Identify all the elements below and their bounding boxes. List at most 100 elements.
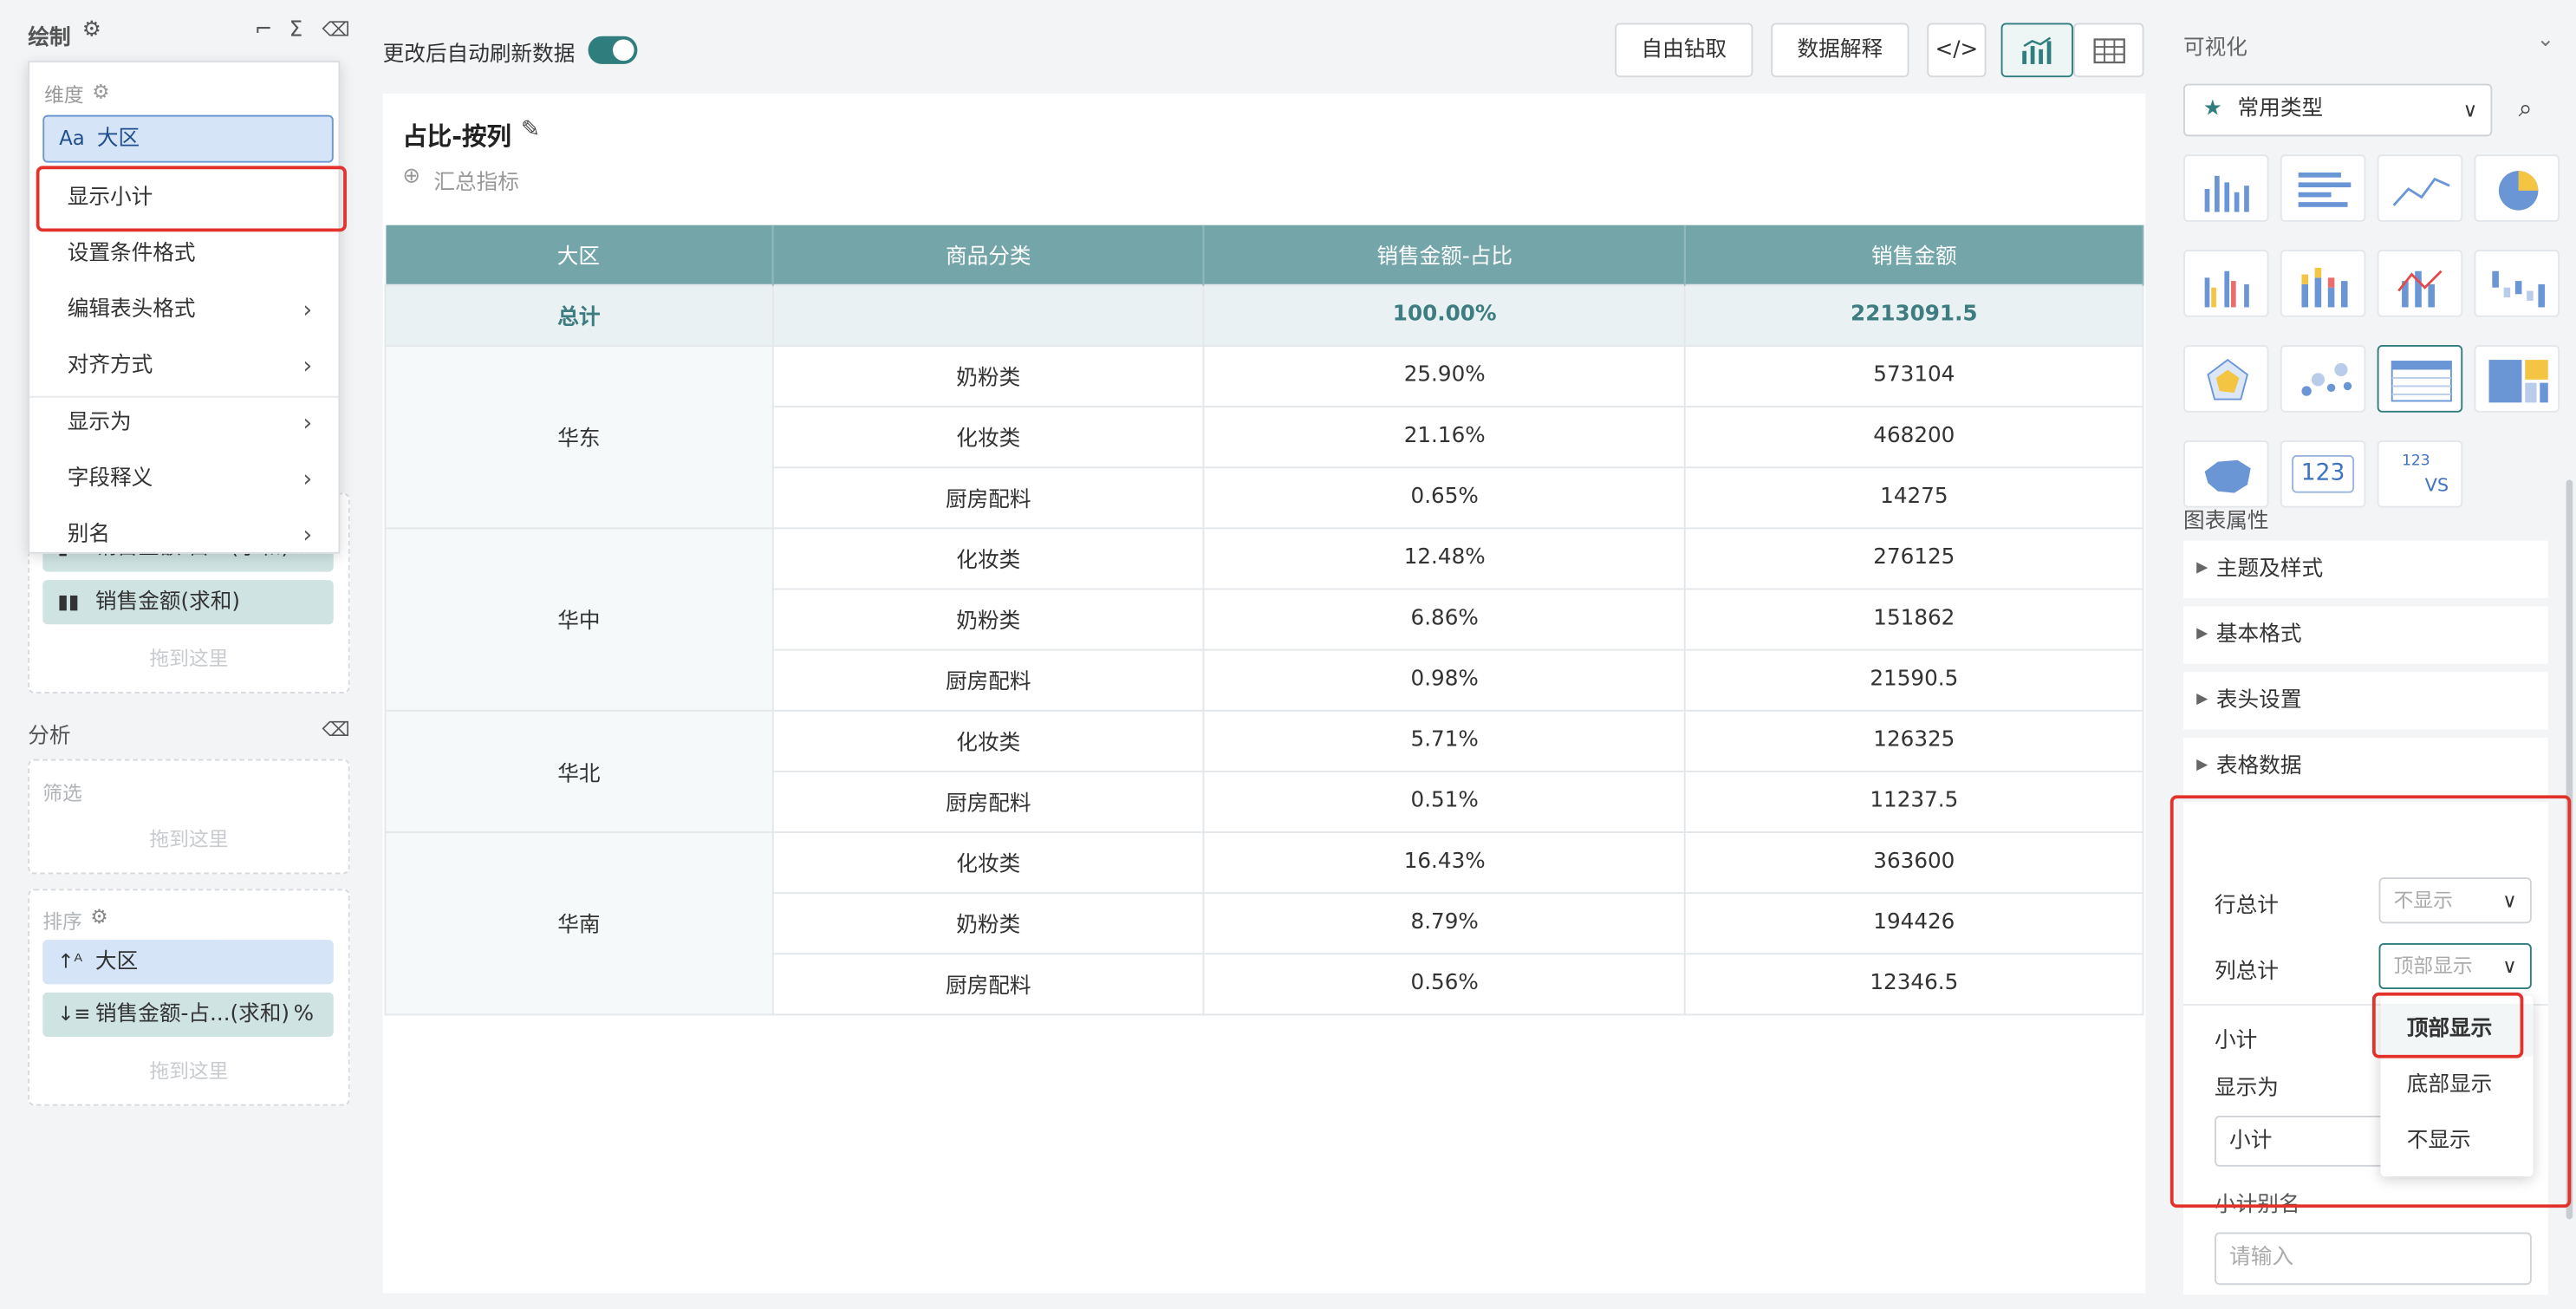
table-cell: 0.65%	[1203, 466, 1687, 529]
stacked-bar-chart-glyph	[2301, 267, 2348, 308]
table-row: 华北 化妆类 5.71% 126325	[384, 708, 2144, 833]
table-cell: 6.86%	[1203, 587, 1687, 650]
corner-icon[interactable]: ⌐	[255, 18, 273, 42]
sort-pill-region[interactable]: ↑ᴬ 大区	[42, 940, 334, 985]
sort-pill-region-label: 大区	[94, 949, 139, 974]
sort-asc-icon: ↑ᴬ	[57, 949, 83, 974]
kpi-compare-vs: VS	[2424, 474, 2449, 497]
analysis-title: 分析	[28, 724, 71, 750]
search-icon[interactable]: ⌕	[2519, 94, 2533, 123]
region-cell: 华东	[384, 344, 774, 529]
column-header[interactable]: 商品分类	[772, 225, 1206, 284]
edit-pencil-icon[interactable]: ✎	[521, 117, 540, 143]
table-cell: 21.16%	[1203, 405, 1687, 468]
menu-item[interactable]: 显示为 ›	[29, 396, 338, 452]
chevron-right-icon: ›	[302, 466, 313, 493]
sort-desc-icon: ↓≡	[57, 1002, 91, 1026]
alias-input[interactable]: 请输入	[2214, 1232, 2532, 1286]
region-cell: 华北	[384, 708, 774, 833]
measure-pill[interactable]: ▮▮ 销售金额(求和)	[42, 580, 334, 625]
add-summary-metric[interactable]: 汇总指标	[433, 165, 519, 195]
column-header[interactable]: 大区	[385, 225, 774, 284]
column-header[interactable]: 销售金额-占比	[1204, 225, 1687, 284]
menu-item-label: 显示为	[67, 410, 132, 436]
eraser-icon[interactable]: ⌫	[322, 718, 349, 741]
gear-icon[interactable]: ⚙	[92, 81, 109, 104]
chevron-right-icon: ›	[302, 297, 313, 324]
table-cell: 奶粉类	[771, 587, 1206, 650]
kpi-compare-icon[interactable]: 123 VS	[2377, 440, 2463, 508]
radar-chart-icon[interactable]	[2182, 345, 2269, 413]
bar-chart-glyph	[2204, 175, 2249, 212]
section-header[interactable]: ▶ 表头设置	[2182, 672, 2548, 730]
eraser-icon[interactable]: ⌫	[322, 18, 349, 42]
grouped-bar-chart-icon[interactable]	[2182, 250, 2269, 317]
horizontal-bar-chart-glyph	[2298, 173, 2352, 207]
scatter-chart-icon[interactable]	[2280, 345, 2366, 413]
menu-item[interactable]: 编辑表头格式 ›	[29, 283, 338, 338]
kpi-number-icon[interactable]: 123	[2280, 440, 2366, 508]
region-cell: 华中	[384, 526, 774, 711]
waterfall-chart-icon[interactable]	[2474, 250, 2560, 317]
line-chart-glyph	[2392, 177, 2450, 206]
sort-label: 排序	[42, 910, 82, 934]
filter-dropzone[interactable]	[28, 759, 350, 875]
total-cell: 100.00%	[1203, 283, 1687, 346]
text-type-icon: Aa	[59, 126, 85, 150]
table-cell: 573104	[1684, 344, 2144, 407]
section-header[interactable]: ▶ 表格数据	[2182, 738, 2548, 796]
table-chart-icon[interactable]	[2377, 345, 2463, 413]
treemap-chart-icon[interactable]	[2474, 345, 2560, 413]
code-button[interactable]: </>	[1927, 23, 1987, 78]
auto-refresh-label: 更改后自动刷新数据	[382, 42, 576, 68]
dimension-pill[interactable]: Aa 大区	[42, 114, 334, 163]
section-label: 基本格式	[2215, 622, 2302, 648]
table-cell: 厨房配料	[771, 952, 1206, 1015]
highlight-box-top-display	[2371, 992, 2524, 1058]
section-header[interactable]: ▶ 基本格式	[2182, 606, 2548, 664]
stacked-bar-chart-icon[interactable]	[2280, 250, 2366, 317]
free-drill-button[interactable]: 自由钻取	[1615, 23, 1753, 78]
chevron-down-icon: ∨	[2462, 98, 2478, 122]
table-cell: 0.51%	[1203, 769, 1687, 833]
auto-refresh-toggle[interactable]	[588, 36, 638, 64]
bar-chart-icon[interactable]	[2182, 154, 2269, 222]
map-chart-icon[interactable]	[2182, 440, 2269, 508]
table-cell: 126325	[1684, 708, 2144, 772]
pie-chart-glyph	[2498, 171, 2539, 211]
table-view-button[interactable]	[2072, 23, 2144, 78]
line-chart-icon[interactable]	[2377, 154, 2463, 222]
add-circle-icon[interactable]: ⊕	[402, 165, 420, 189]
table-cell: 8.79%	[1203, 891, 1687, 954]
table-cell: 厨房配料	[771, 648, 1206, 711]
menu-item[interactable]: 字段释义 ›	[29, 452, 338, 507]
menu-item[interactable]: 对齐方式 ›	[29, 338, 338, 394]
chart-view-button[interactable]	[2000, 23, 2073, 78]
column-header[interactable]: 销售金额	[1685, 225, 2144, 284]
menu-item[interactable]: 设置条件格式	[29, 227, 338, 283]
draw-title: 绘制	[28, 26, 71, 51]
sigma-icon[interactable]: Σ	[289, 18, 303, 42]
table-cell: 厨房配料	[771, 466, 1206, 529]
pie-chart-icon[interactable]	[2474, 154, 2560, 222]
filter-drop-hint: 拖到这里	[149, 828, 229, 851]
table-cell: 化妆类	[771, 405, 1206, 468]
combo-chart-icon[interactable]	[2377, 250, 2463, 317]
chevron-right-icon: ›	[302, 522, 313, 550]
toolbar: 更改后自动刷新数据 自由钻取 数据解释 </>	[365, 0, 2163, 94]
chevron-right-icon: ›	[302, 353, 313, 380]
chart-type-select[interactable]: ★ 常用类型 ∨	[2182, 83, 2493, 137]
chevron-down-icon[interactable]: ⌄	[2536, 28, 2554, 52]
total-cell: 总计	[384, 283, 774, 346]
table-cell: 5.71%	[1203, 708, 1687, 772]
menu-item[interactable]: 别名 ›	[29, 508, 338, 563]
table-row: 华中 化妆类 12.48% 276125	[384, 526, 2144, 711]
combo-chart-glyph	[2397, 270, 2443, 308]
gear-icon[interactable]: ⚙	[90, 905, 107, 928]
settings-sliders-icon[interactable]: ⚙	[82, 18, 101, 42]
data-explain-button[interactable]: 数据解释	[1771, 23, 1909, 78]
sort-pill-amount[interactable]: ↓≡ 销售金额-占...(求和) %	[42, 992, 334, 1037]
horizontal-bar-chart-icon[interactable]	[2280, 154, 2366, 222]
section-header[interactable]: ▶ 主题及样式	[2182, 540, 2548, 598]
grouped-bar-chart-glyph	[2204, 270, 2249, 308]
